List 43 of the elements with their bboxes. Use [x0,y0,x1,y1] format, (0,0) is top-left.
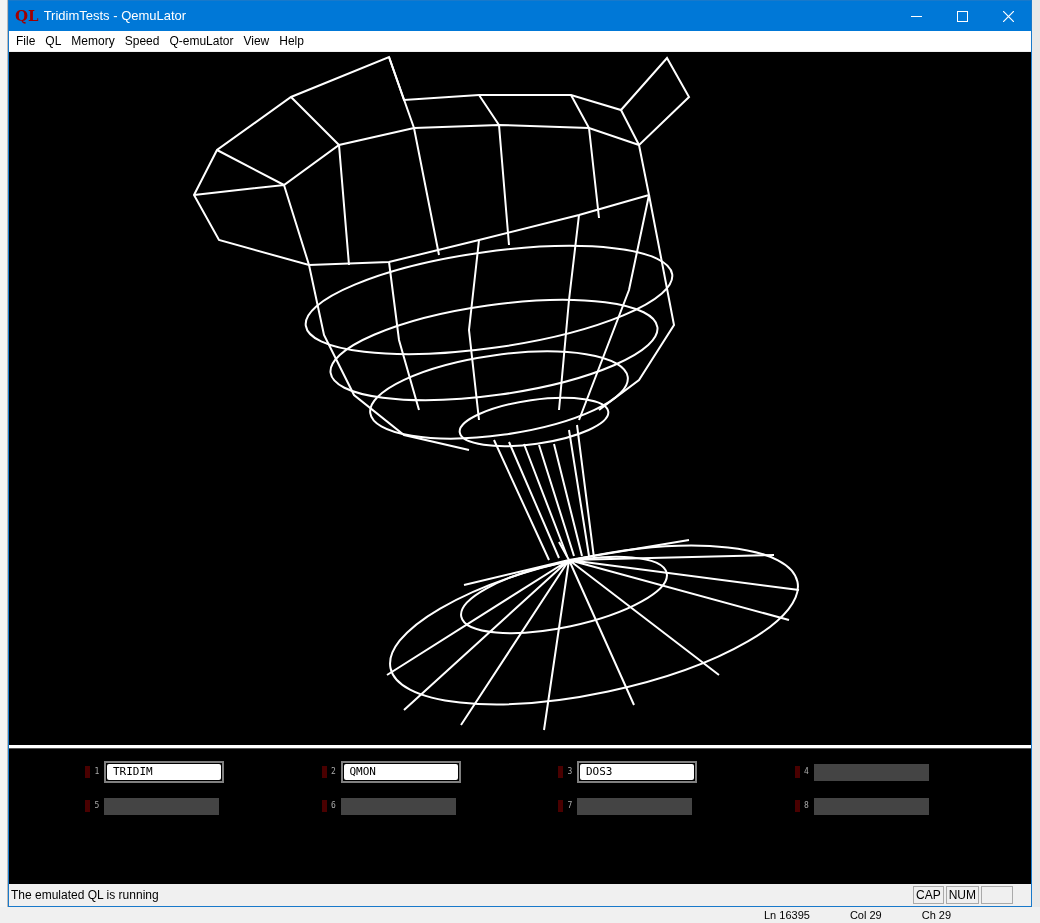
key-indicator: NUM [945,885,979,904]
drive-slot[interactable] [813,797,929,815]
drive-number: 1 [93,766,101,779]
drive-led [558,766,563,779]
menu-item[interactable]: Help [274,31,309,51]
status-field: Ch 29 [921,906,952,923]
menu-item[interactable]: View [238,31,275,51]
status-field: Col 29 [849,906,882,923]
window-title: TridimTests - QemuLator [43,7,187,26]
menu-item[interactable]: Memory [66,31,120,51]
status-field: Ln 16395 [764,906,810,923]
drive-slot[interactable]: TRIDIM [104,761,224,784]
drive-number: 7 [566,800,574,813]
drive-number: 5 [93,800,101,813]
menu-item[interactable]: QL [40,31,67,51]
close-icon [1002,10,1014,22]
drive-led [321,800,327,813]
drive-led [321,766,327,779]
drive-led [85,800,90,813]
drive-number: 6 [330,800,337,813]
drive-slot[interactable]: DOS3 [577,761,697,784]
minimize-icon [910,15,922,17]
drive-slot[interactable] [104,797,219,815]
drive-led [85,766,90,779]
menu-item[interactable]: Speed [119,31,165,51]
menu-item[interactable]: Q-emuLator [164,31,239,51]
drive-led [794,766,800,779]
key-indicator: CAP [913,885,944,904]
drive-slot[interactable]: QMON [340,761,461,784]
drive-led [558,800,563,813]
drive-slot[interactable] [577,797,692,815]
drive-number: 8 [803,800,810,813]
drive-number: 2 [330,766,337,779]
drive-slot[interactable] [813,763,929,781]
drive-slot[interactable] [340,797,456,815]
drive-number: 3 [566,766,574,779]
menu-item[interactable]: File [11,31,41,51]
app-logo-icon: QL [15,8,39,24]
key-indicator [981,885,1013,904]
maximize-icon [956,10,968,22]
drive-led [794,800,800,813]
status-message: The emulated QL is running [11,886,159,904]
drive-number: 4 [803,766,810,779]
